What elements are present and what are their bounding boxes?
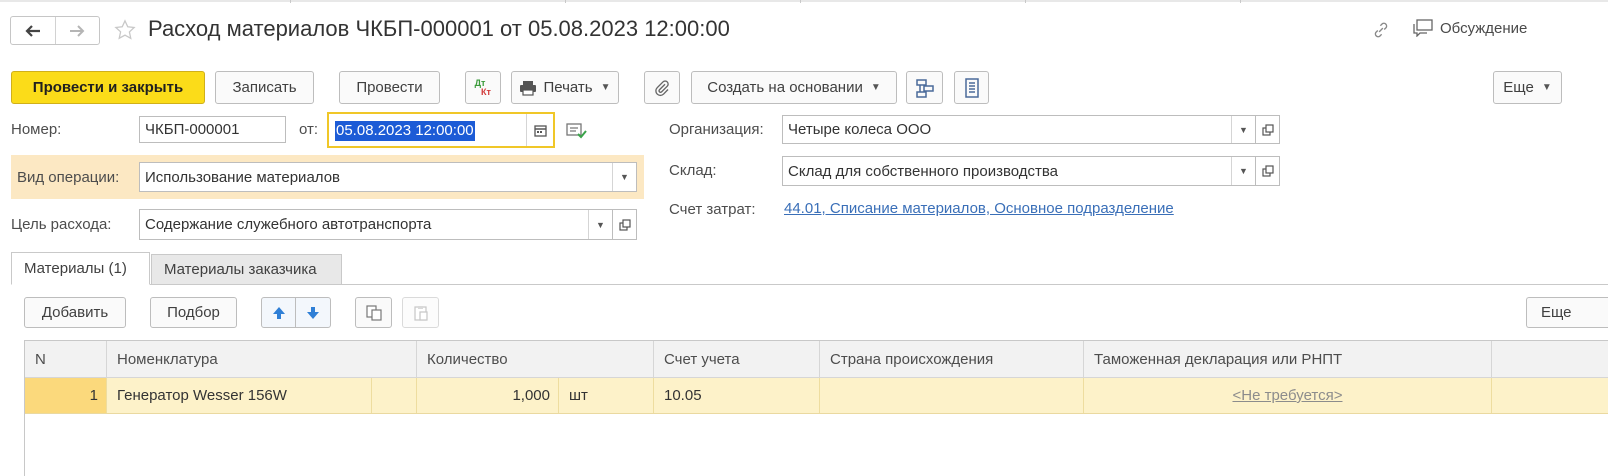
column-header-quantity[interactable]: Количество [417, 341, 654, 378]
navigation-buttons [10, 16, 100, 45]
tab-customer-materials[interactable]: Материалы заказчика [151, 254, 342, 285]
open-window-icon [1261, 165, 1274, 177]
date-from-label: от: [299, 121, 319, 138]
warehouse-value: Склад для собственного производства [788, 162, 1059, 180]
page-title: Расход материалов ЧКБП-000001 от 05.08.2… [148, 16, 730, 41]
row-customs[interactable]: <Не требуется> [1084, 378, 1492, 413]
open-window-icon [1261, 123, 1274, 136]
forward-button[interactable] [54, 17, 100, 44]
operation-value: Использование материалов [145, 168, 341, 186]
create-based-on-label: Создать на основании [707, 79, 863, 96]
table-more-button[interactable]: Еще [1526, 297, 1608, 328]
row-quantity[interactable]: 1,000 [417, 378, 559, 413]
row-account[interactable]: 10.05 [654, 378, 820, 413]
paste-icon [413, 305, 428, 321]
purpose-open-button[interactable] [613, 209, 637, 240]
structure-button[interactable] [906, 71, 943, 104]
chevron-down-icon: ▼ [600, 82, 611, 93]
copy-icon [365, 304, 382, 321]
copy-button[interactable] [355, 297, 392, 328]
arrow-down-icon [307, 306, 319, 319]
row-item-extra [372, 378, 417, 413]
save-button[interactable]: Записать [215, 71, 314, 104]
warehouse-label: Склад: [669, 162, 717, 179]
more-label: Еще [1503, 79, 1534, 96]
number-field[interactable]: ЧКБП-000001 [139, 116, 286, 143]
discussion-button[interactable]: Обсуждение [1412, 19, 1527, 37]
move-down-button[interactable] [295, 297, 331, 328]
table-row[interactable]: 1 Генератор Wesser 156W 1,000 шт 10.05 <… [25, 378, 1608, 414]
add-row-button[interactable]: Добавить [24, 297, 126, 328]
favorite-star-icon[interactable] [114, 19, 136, 41]
column-header-account[interactable]: Счет учета [654, 341, 820, 378]
number-label: Номер: [11, 121, 62, 138]
operation-select[interactable]: Использование материалов ▼ [139, 162, 637, 192]
chevron-down-icon[interactable]: ▼ [1231, 116, 1255, 143]
warehouse-select[interactable]: Склад для собственного производства ▼ [782, 156, 1256, 186]
chevron-down-icon: ▼ [870, 82, 881, 93]
column-header-n[interactable]: N [25, 341, 107, 378]
report-button[interactable] [954, 71, 989, 104]
organization-value: Четыре колеса ООО [788, 121, 932, 138]
chevron-down-icon: ▼ [1541, 82, 1552, 93]
calendar-button[interactable] [526, 114, 553, 146]
create-based-on-button[interactable]: Создать на основании ▼ [691, 71, 897, 104]
paste-button[interactable] [402, 297, 439, 328]
purpose-select[interactable]: Содержание служебного автотранспорта ▼ [139, 209, 613, 240]
discussion-icon [1413, 19, 1433, 37]
organization-select[interactable]: Четыре колеса ООО ▼ [782, 115, 1256, 144]
chevron-down-icon[interactable]: ▼ [612, 163, 636, 191]
purpose-value: Содержание служебного автотранспорта [145, 216, 432, 233]
discussion-label: Обсуждение [1440, 19, 1528, 37]
date-field[interactable]: 05.08.2023 12:00:00 [327, 112, 555, 148]
arrow-right-icon [70, 24, 85, 37]
printer-icon [520, 80, 537, 96]
post-and-close-button[interactable]: Провести и закрыть [11, 71, 205, 104]
back-button[interactable] [11, 17, 55, 44]
materials-table: N Номенклатура Количество Счет учета Стр… [24, 340, 1608, 476]
print-button[interactable]: Печать ▼ [511, 71, 619, 104]
row-unit[interactable]: шт [559, 378, 654, 413]
cost-account-link[interactable]: 44.01, Списание материалов, Основное под… [784, 200, 1174, 217]
calendar-icon [533, 124, 547, 137]
kt-label: Кт [481, 86, 491, 97]
row-country[interactable] [820, 378, 1084, 413]
open-window-icon [618, 218, 631, 231]
chevron-down-icon[interactable]: ▼ [1231, 157, 1255, 185]
top-border [0, 0, 1608, 3]
document-check-icon[interactable] [566, 122, 588, 140]
post-button[interactable]: Провести [339, 71, 440, 104]
move-up-button[interactable] [261, 297, 296, 328]
purpose-label: Цель расхода: [11, 216, 112, 233]
tab-materials[interactable]: Материалы (1) [11, 252, 150, 285]
structure-icon [915, 78, 934, 98]
organization-open-button[interactable] [1256, 115, 1280, 144]
chevron-down-icon[interactable]: ▼ [588, 210, 612, 239]
paperclip-icon [655, 79, 669, 96]
row-number: 1 [25, 378, 107, 413]
print-label: Печать [543, 79, 593, 96]
document-list-icon [964, 77, 979, 98]
date-value: 05.08.2023 12:00:00 [335, 121, 475, 141]
arrow-up-icon [272, 306, 285, 319]
operation-label: Вид операции: [17, 169, 120, 186]
more-button[interactable]: Еще ▼ [1493, 71, 1562, 104]
pick-button[interactable]: Подбор [150, 297, 237, 328]
customs-not-required-link[interactable]: <Не требуется> [1232, 387, 1342, 404]
column-header-country[interactable]: Страна происхождения [820, 341, 1084, 378]
dt-kt-button[interactable]: Дт Кт [465, 71, 501, 104]
row-item[interactable]: Генератор Wesser 156W [107, 378, 372, 413]
attach-button[interactable] [644, 71, 680, 104]
arrow-left-icon [25, 24, 40, 37]
column-header-customs[interactable]: Таможенная декларация или РНПТ [1084, 341, 1492, 378]
link-icon[interactable] [1370, 19, 1392, 41]
column-header-item[interactable]: Номенклатура [107, 341, 417, 378]
warehouse-open-button[interactable] [1256, 156, 1280, 186]
organization-label: Организация: [669, 121, 764, 138]
cost-account-label: Счет затрат: [669, 201, 756, 218]
table-header: N Номенклатура Количество Счет учета Стр… [25, 341, 1608, 378]
